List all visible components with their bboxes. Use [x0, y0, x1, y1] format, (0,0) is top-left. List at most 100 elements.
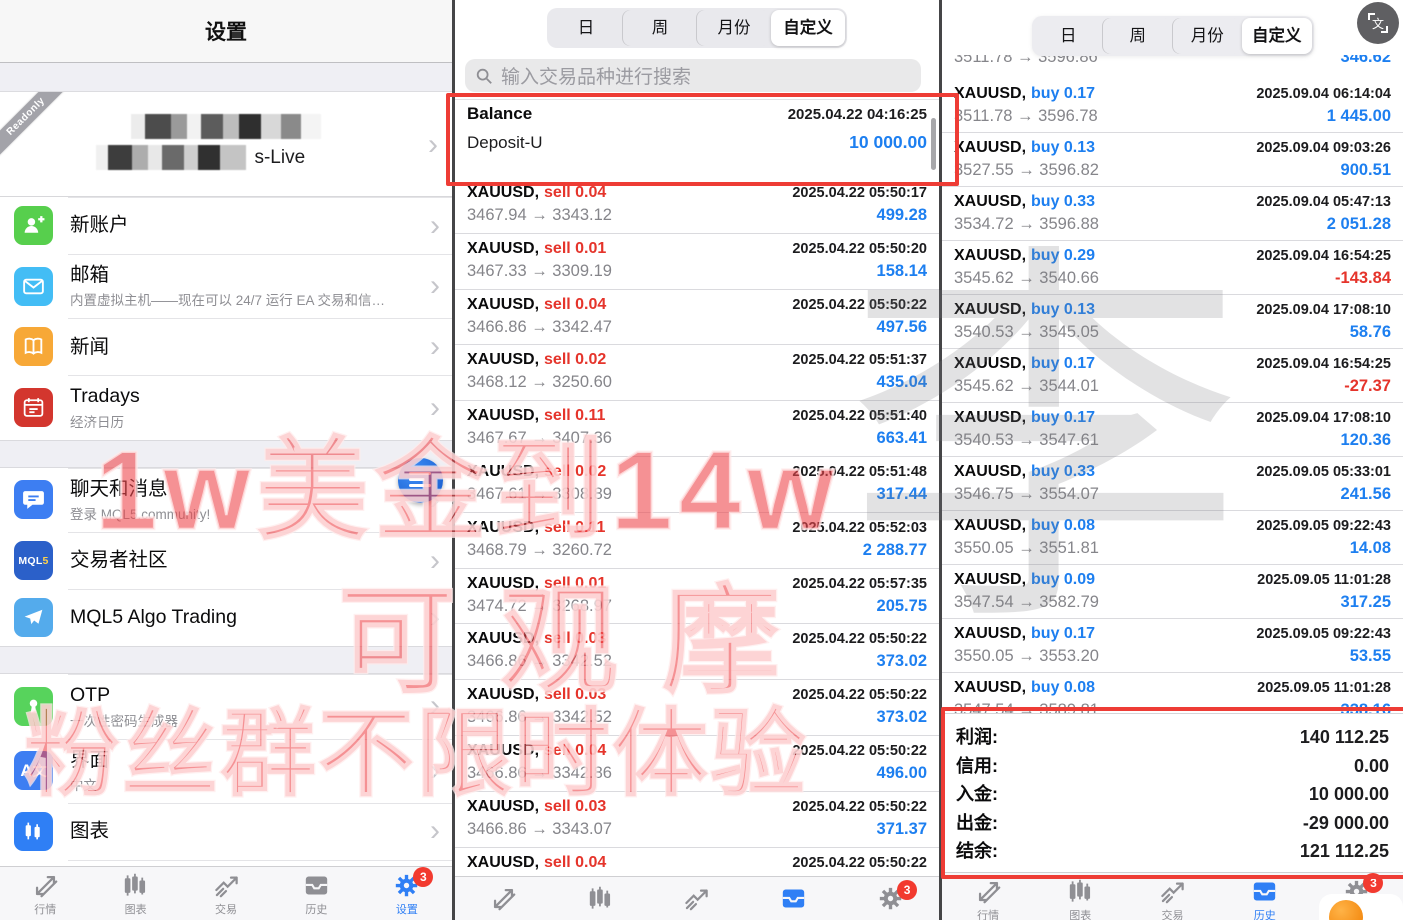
- tab-bar-item[interactable]: 交易: [1126, 873, 1218, 920]
- tab-bar-item[interactable]: 3 设置: [362, 867, 452, 920]
- settings-menu-item[interactable]: Tradays 经济日历 ›: [0, 375, 452, 439]
- tab-bar-item[interactable]: 历史: [271, 867, 361, 920]
- trade-row[interactable]: XAUUSD, buy 0.17 2025.09.05 09:22:43 355…: [942, 619, 1403, 673]
- settings-menu-item[interactable]: 图表 ›: [0, 803, 452, 860]
- tab-bar-item[interactable]: 3: [842, 877, 939, 920]
- settings-menu-item[interactable]: 新账户 ›: [0, 197, 452, 254]
- tab-bar-item[interactable]: 行情: [942, 873, 1034, 920]
- tab-bar-item[interactable]: 图表: [90, 867, 180, 920]
- period-tab[interactable]: 自定义: [771, 10, 845, 46]
- menu-item-label: 界面: [70, 748, 109, 772]
- chevron-right-icon: ›: [428, 130, 438, 160]
- trade-row[interactable]: XAUUSD, sell 0.11 2025.04.22 05:51:40 34…: [455, 401, 939, 457]
- menu-item-subtitle: 一次性密码生成器: [70, 710, 178, 730]
- period-tab[interactable]: 周: [623, 10, 697, 46]
- menu-item-label: MQL5 Algo Trading: [70, 605, 237, 629]
- tab-bar-item[interactable]: [455, 877, 552, 920]
- trade-row[interactable]: XAUUSD, sell 0.04 2025.04.22 05:50:22 34…: [455, 290, 939, 346]
- trade-row[interactable]: XAUUSD, sell 0.04 2025.04.22 05:50:22 34…: [455, 848, 939, 877]
- scrollbar-thumb[interactable]: [931, 118, 936, 170]
- settings-menu-item[interactable]: MQL5 Algo Trading ›: [0, 589, 452, 646]
- chat-float-button[interactable]: [398, 458, 443, 503]
- trade-row[interactable]: XAUUSD, buy 0.33 2025.09.04 05:47:13 353…: [942, 187, 1403, 241]
- history-panel-sell: 日周月份自定义 输入交易品种进行搜索 Balance 2025.04.22 04…: [455, 0, 939, 920]
- trade-row[interactable]: XAUUSD, sell 0.02 2025.04.22 05:51:37 34…: [455, 345, 939, 401]
- trade-profit: 2 288.77: [863, 541, 927, 560]
- chevron-right-icon: ›: [430, 332, 440, 362]
- trade-prices: 3466.86 → 3342.47: [467, 318, 612, 337]
- balance-amount: 10 000.00: [849, 132, 927, 153]
- trade-datetime: 2025.09.05 09:22:43: [1256, 626, 1391, 642]
- trade-symbol: XAUUSD,: [954, 355, 1026, 373]
- tab-bar-item[interactable]: 历史: [1219, 873, 1311, 920]
- trade-row[interactable]: XAUUSD, buy 0.17 2025.09.04 17:08:10 354…: [942, 403, 1403, 457]
- trade-datetime: 2025.09.04 16:54:25: [1256, 248, 1391, 264]
- settings-menu-item[interactable]: MQL5 交易者社区 ›: [0, 532, 452, 589]
- history-icon: [303, 872, 330, 899]
- trade-row[interactable]: XAUUSD, sell 0.02 2025.04.22 05:51:48 34…: [455, 457, 939, 513]
- trade-side: buy 0.08: [1031, 679, 1095, 697]
- balance-row[interactable]: Balance 2025.04.22 04:16:25 Deposit-U 10…: [455, 99, 939, 177]
- screen: 设置 Readonly s-Live › 新账户: [0, 0, 1403, 920]
- tab-bar-item[interactable]: 交易: [181, 867, 271, 920]
- tab-bar-item[interactable]: [552, 877, 649, 920]
- settings-menu-item[interactable]: A文 界面 中文 ›: [0, 739, 452, 803]
- trade-row[interactable]: XAUUSD, buy 0.17 2025.09.04 06:14:04 351…: [942, 79, 1403, 133]
- trade-row[interactable]: XAUUSD, sell 0.04 2025.04.22 05:50:17 34…: [455, 178, 939, 234]
- trade-prices: 3468.79 → 3260.72: [467, 541, 612, 560]
- trade-datetime: 2025.04.22 05:50:22: [792, 855, 927, 871]
- tab-bar-item[interactable]: [745, 877, 842, 920]
- trade-datetime: 2025.04.22 05:50:17: [792, 185, 927, 201]
- trade-row[interactable]: XAUUSD, buy 0.08 2025.09.05 09:22:43 355…: [942, 511, 1403, 565]
- trade-side: buy 0.17: [1031, 355, 1095, 373]
- period-tab[interactable]: 日: [1034, 18, 1104, 54]
- settings-menu-item[interactable]: 新闻 ›: [0, 318, 452, 375]
- tab-label: 行情: [977, 907, 999, 920]
- trade-side: sell 0.04: [544, 296, 606, 314]
- trade-prices: 3466.86 → 3342.52: [467, 708, 612, 727]
- period-tab[interactable]: 月份: [697, 10, 771, 46]
- account-card[interactable]: Readonly s-Live ›: [0, 92, 452, 197]
- search-input[interactable]: 输入交易品种进行搜索: [465, 59, 921, 92]
- trade-row[interactable]: XAUUSD, sell 0.04 2025.04.22 05:50:22 34…: [455, 736, 939, 792]
- quotes-icon: [490, 885, 517, 912]
- settings-menu-item[interactable]: OTP 一次性密码生成器 ›: [0, 674, 452, 738]
- menu-item-label: OTP: [70, 683, 178, 707]
- trade-symbol: XAUUSD,: [467, 240, 539, 258]
- tab-bar-item[interactable]: 图表: [1034, 873, 1126, 920]
- trade-row[interactable]: XAUUSD, buy 0.33 2025.09.05 05:33:01 354…: [942, 457, 1403, 511]
- trade-row[interactable]: XAUUSD, sell 0.01 2025.04.22 05:50:20 34…: [455, 234, 939, 290]
- period-tab[interactable]: 自定义: [1242, 18, 1312, 54]
- summary-row: 信用: 0.00: [956, 752, 1389, 781]
- trade-profit: 241.56: [1341, 485, 1391, 504]
- account-server-suffix: s-Live: [254, 147, 305, 169]
- tab-bar-item[interactable]: [649, 877, 746, 920]
- summary-label: 利润:: [956, 723, 998, 752]
- trade-row[interactable]: XAUUSD, buy 0.17 2025.09.04 16:54:25 354…: [942, 349, 1403, 403]
- period-tab[interactable]: 周: [1103, 18, 1173, 54]
- period-tab[interactable]: 月份: [1173, 18, 1243, 54]
- trade-datetime: 2025.09.04 09:03:26: [1256, 140, 1391, 156]
- tab-label: 行情: [34, 901, 56, 917]
- trade-row[interactable]: XAUUSD, buy 0.29 2025.09.04 16:54:25 354…: [942, 241, 1403, 295]
- trade-row[interactable]: XAUUSD, buy 0.13 2025.09.04 17:08:10 354…: [942, 295, 1403, 349]
- trade-row[interactable]: XAUUSD, sell 0.03 2025.04.22 05:50:22 34…: [455, 680, 939, 736]
- trade-row[interactable]: XAUUSD, sell 0.11 2025.04.22 05:52:03 34…: [455, 513, 939, 569]
- trade-prices: 3545.62 → 3540.66: [954, 269, 1099, 288]
- trade-prices: 3547.54 → 3582.79: [954, 593, 1099, 612]
- trade-row[interactable]: XAUUSD, buy 0.13 2025.09.04 09:03:26 352…: [942, 133, 1403, 187]
- trade-row[interactable]: XAUUSD, sell 0.03 2025.04.22 05:50:22 34…: [455, 792, 939, 848]
- trade-row[interactable]: XAUUSD, sell 0.01 2025.04.22 05:57:35 34…: [455, 569, 939, 625]
- tab-bar-item[interactable]: 行情: [0, 867, 90, 920]
- settings-menu-item[interactable]: 邮箱 内置虚拟主机——现在可以 24/7 运行 EA 交易和信号 -... ›: [0, 254, 452, 318]
- trade-row[interactable]: XAUUSD, sell 0.03 2025.04.22 05:50:22 34…: [455, 624, 939, 680]
- period-tab[interactable]: 日: [549, 10, 623, 46]
- page-title: 设置: [205, 16, 247, 46]
- notification-badge: 3: [1363, 873, 1383, 893]
- settings-panel: 设置 Readonly s-Live › 新账户: [0, 0, 452, 920]
- trade-row[interactable]: XAUUSD, buy 0.09 2025.09.05 11:01:28 354…: [942, 565, 1403, 619]
- settings-menu-item[interactable]: 聊天和消息 登录 MQL5.community! ›: [0, 468, 452, 532]
- screen-translate-button[interactable]: 文: [1357, 2, 1399, 44]
- translate-scan-icon: 文: [1368, 13, 1388, 33]
- trade-symbol: XAUUSD,: [467, 519, 539, 537]
